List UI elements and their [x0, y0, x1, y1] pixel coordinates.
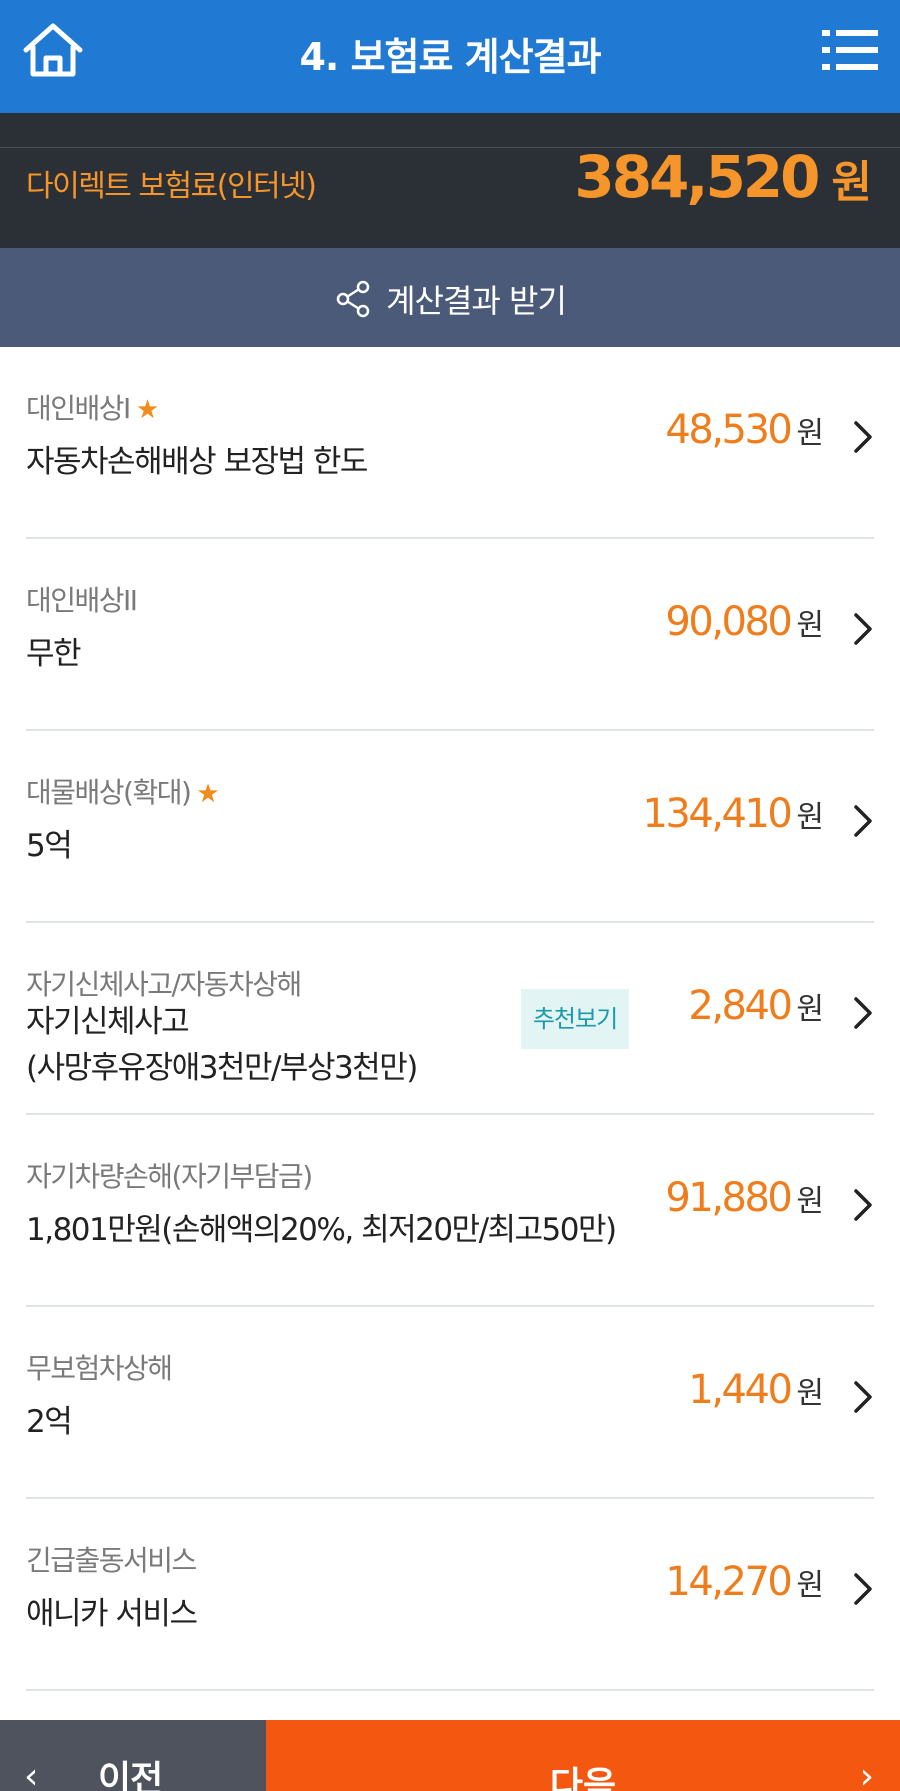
coverage-amount-value: 14,270 — [665, 1559, 792, 1605]
coverage-amount-unit: 원 — [796, 1376, 824, 1411]
coverage-category: 대인배상II — [26, 579, 138, 619]
prev-label: 이전 — [98, 1759, 163, 1791]
coverage-amount: 2,840 원 — [688, 983, 824, 1029]
coverage-amount-unit: 원 — [796, 1184, 824, 1219]
coverage-amount-unit: 원 — [796, 1568, 824, 1603]
chevron-right-icon: › — [859, 1756, 874, 1791]
chevron-right-icon[interactable] — [852, 1571, 874, 1607]
coverage-amount-value: 134,410 — [642, 791, 792, 837]
page-title: 4. 보험료 계산결과 — [299, 35, 601, 79]
coverage-item-own-vehicle-damage[interactable]: 자기차량손해(자기부담금) 1,801만원(손해액의20%, 최저20만/최고5… — [26, 1115, 874, 1307]
share-result-label: 계산결과 받기 — [386, 282, 567, 320]
menu-list-icon[interactable] — [822, 28, 878, 72]
chevron-right-icon[interactable] — [852, 1187, 874, 1223]
coverage-item-personal-injury[interactable]: 자기신체사고/자동차상해 자기신체사고 (사망후유장애3천만/부상3천만) 추천… — [26, 923, 874, 1115]
coverage-description: 자기신체사고 (사망후유장애3천만/부상3천만) — [26, 1004, 418, 1086]
chevron-right-icon[interactable] — [852, 419, 874, 455]
coverage-amount-value: 90,080 — [665, 599, 792, 645]
share-icon — [336, 280, 370, 318]
coverage-description: 5억 — [26, 828, 73, 864]
coverage-amount-value: 2,840 — [688, 983, 793, 1029]
coverage-amount-unit: 원 — [796, 992, 824, 1027]
coverage-amount-value: 1,440 — [688, 1367, 793, 1413]
coverage-amount: 91,880 원 — [665, 1175, 824, 1221]
prev-button[interactable]: ‹ 이전 — [0, 1720, 266, 1791]
coverage-category: 자기신체사고/자동차상해 — [26, 963, 302, 1003]
chevron-right-icon[interactable] — [852, 611, 874, 647]
share-result-button[interactable]: 계산결과 받기 — [0, 248, 900, 347]
next-label: 다음 — [549, 1765, 617, 1791]
coverage-amount: 1,440 원 — [688, 1367, 824, 1413]
premium-amount: 384,520 — [574, 143, 820, 211]
coverage-description: 애니카 서비스 — [26, 1596, 198, 1632]
coverage-list: 대인배상I ★ 자동차손해배상 보장법 한도 48,530 원 대인배상II 무한 … — [0, 347, 900, 1691]
premium-summary: 다이렉트 보험료(인터넷) 384,520 원 — [0, 113, 900, 248]
coverage-amount-value: 91,880 — [665, 1175, 792, 1221]
premium-amount-block: 384,520 원 — [574, 143, 872, 211]
bottom-nav: ‹ 이전 다음 › — [0, 1720, 900, 1791]
coverage-category-label: 대물배상(확대) — [26, 776, 192, 809]
coverage-category: 자기차량손해(자기부담금) — [26, 1155, 313, 1195]
coverage-description: 1,801만원(손해액의20%, 최저20만/최고50만) — [26, 1212, 617, 1248]
app-header: 4. 보험료 계산결과 — [0, 0, 900, 113]
coverage-description: 자동차손해배상 보장법 한도 — [26, 444, 368, 480]
premium-label: 다이렉트 보험료(인터넷) — [26, 169, 317, 204]
next-button[interactable]: 다음 › — [266, 1720, 900, 1791]
premium-unit: 원 — [831, 157, 872, 208]
required-star-icon: ★ — [196, 779, 219, 809]
coverage-category-label: 자기신체사고/자동차상해 — [26, 968, 302, 1001]
coverage-category-label: 긴급출동서비스 — [26, 1544, 197, 1577]
required-star-icon: ★ — [135, 395, 159, 425]
coverage-item-bodily-injury-1[interactable]: 대인배상I ★ 자동차손해배상 보장법 한도 48,530 원 — [26, 347, 874, 539]
coverage-amount: 14,270 원 — [665, 1559, 824, 1605]
coverage-amount: 90,080 원 — [665, 599, 824, 645]
chevron-right-icon[interactable] — [852, 803, 874, 839]
coverage-category: 대인배상I ★ — [26, 387, 159, 427]
coverage-amount-unit: 원 — [796, 416, 824, 451]
recommend-button[interactable]: 추천보기 — [521, 989, 629, 1049]
share-result-content: 계산결과 받기 — [0, 276, 900, 322]
chevron-left-icon: ‹ — [24, 1756, 39, 1791]
coverage-item-emergency-service[interactable]: 긴급출동서비스 애니카 서비스 14,270 원 — [26, 1499, 874, 1691]
coverage-amount-unit: 원 — [796, 800, 824, 835]
coverage-amount-value: 48,530 — [665, 407, 792, 453]
coverage-description: 무한 — [26, 636, 82, 672]
coverage-category: 무보험차상해 — [26, 1347, 173, 1387]
coverage-category-label: 대인배상I — [26, 392, 131, 425]
coverage-item-property-damage[interactable]: 대물배상(확대) ★ 5억 134,410 원 — [26, 731, 874, 923]
coverage-amount-unit: 원 — [796, 608, 824, 643]
coverage-description: 2억 — [26, 1404, 73, 1440]
coverage-category: 대물배상(확대) ★ — [26, 771, 220, 811]
coverage-category: 긴급출동서비스 — [26, 1539, 197, 1579]
chevron-right-icon[interactable] — [852, 995, 874, 1031]
coverage-category-label: 자기차량손해(자기부담금) — [26, 1160, 313, 1193]
coverage-category-label: 대인배상II — [26, 584, 138, 617]
coverage-amount: 134,410 원 — [642, 791, 824, 837]
chevron-right-icon[interactable] — [852, 1379, 874, 1415]
coverage-amount: 48,530 원 — [665, 407, 824, 453]
coverage-category-label: 무보험차상해 — [26, 1352, 173, 1385]
coverage-item-bodily-injury-2[interactable]: 대인배상II 무한 90,080 원 — [26, 539, 874, 731]
coverage-item-uninsured-motorist[interactable]: 무보험차상해 2억 1,440 원 — [26, 1307, 874, 1499]
